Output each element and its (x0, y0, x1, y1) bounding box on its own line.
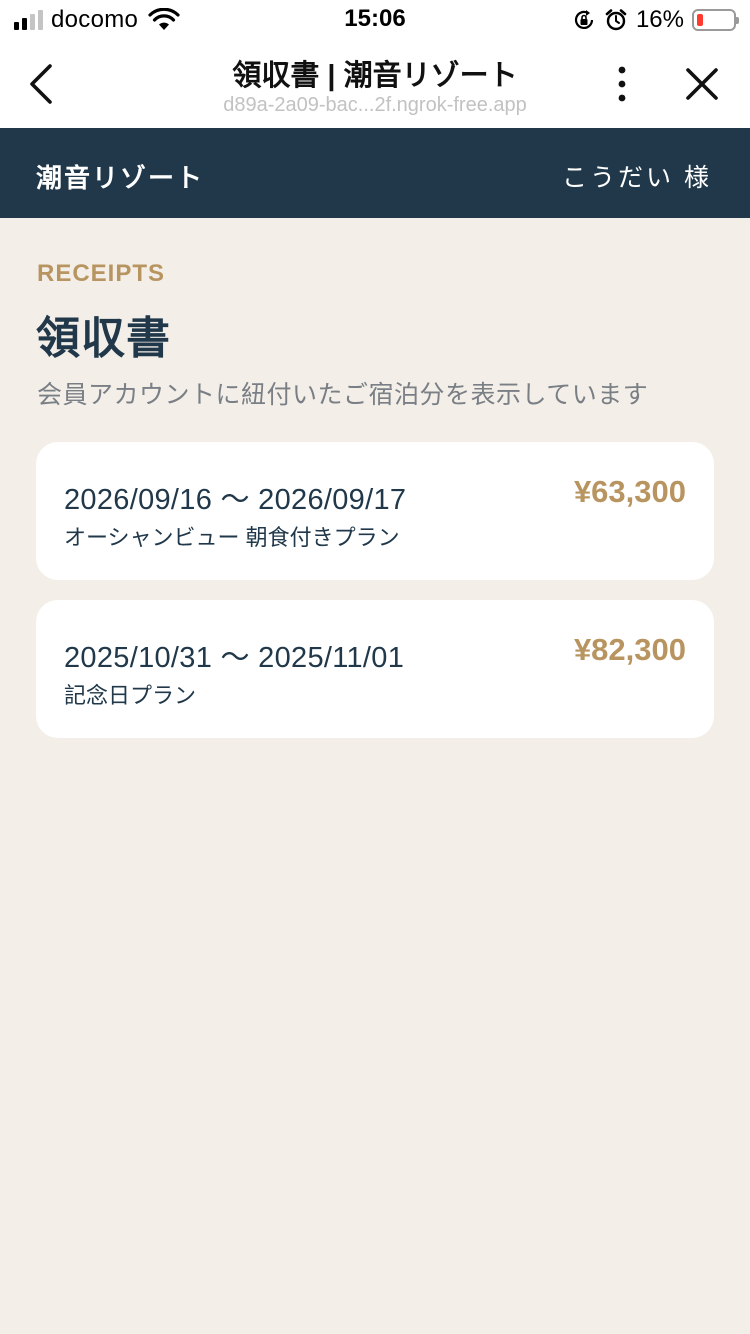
receipt-stay-dates: 2026/09/16 〜 2026/09/17 (64, 484, 407, 516)
status-bar: docomo 15:06 16% (0, 0, 750, 40)
receipt-amount: ¥82,300 (573, 632, 686, 667)
more-vertical-icon[interactable] (600, 60, 644, 108)
browser-page-title: 領収書 | 潮音リゾート (232, 60, 518, 92)
page-description: 会員アカウントに紐付いたご宿泊分を表示しています (37, 381, 649, 409)
page-title: 領収書 (36, 314, 171, 363)
receipt-card[interactable]: 2025/10/31 〜 2025/11/01 記念日プラン ¥82,300 (36, 600, 714, 738)
section-eyebrow: RECEIPTS (37, 260, 166, 287)
browser-bar: 領収書 | 潮音リゾート d89a-2a09-bac...2f.ngrok-fr… (0, 40, 750, 128)
receipt-plan-name: 記念日プラン (64, 683, 197, 708)
back-chevron-icon[interactable] (18, 58, 66, 110)
receipt-stay-dates: 2025/10/31 〜 2025/11/01 (64, 642, 405, 674)
site-logo-text[interactable]: 潮音リゾート (36, 158, 204, 195)
battery-percent: 16% (635, 6, 684, 33)
battery-icon (692, 9, 739, 31)
receipt-plan-name: オーシャンビュー 朝食付きプラン (64, 525, 400, 550)
alarm-icon (605, 9, 627, 31)
close-icon[interactable] (678, 60, 726, 108)
receipt-amount: ¥63,300 (573, 474, 686, 509)
user-greeting[interactable]: こうだい 様 (562, 158, 712, 194)
receipt-card[interactable]: 2026/09/16 〜 2026/09/17 オーシャンビュー 朝食付きプラン… (36, 442, 714, 580)
orientation-lock-icon (574, 10, 594, 29)
battery-level (697, 14, 703, 26)
site-header: 潮音リゾート こうだい 様 (0, 128, 750, 218)
browser-url: d89a-2a09-bac...2f.ngrok-free.app (223, 94, 527, 116)
